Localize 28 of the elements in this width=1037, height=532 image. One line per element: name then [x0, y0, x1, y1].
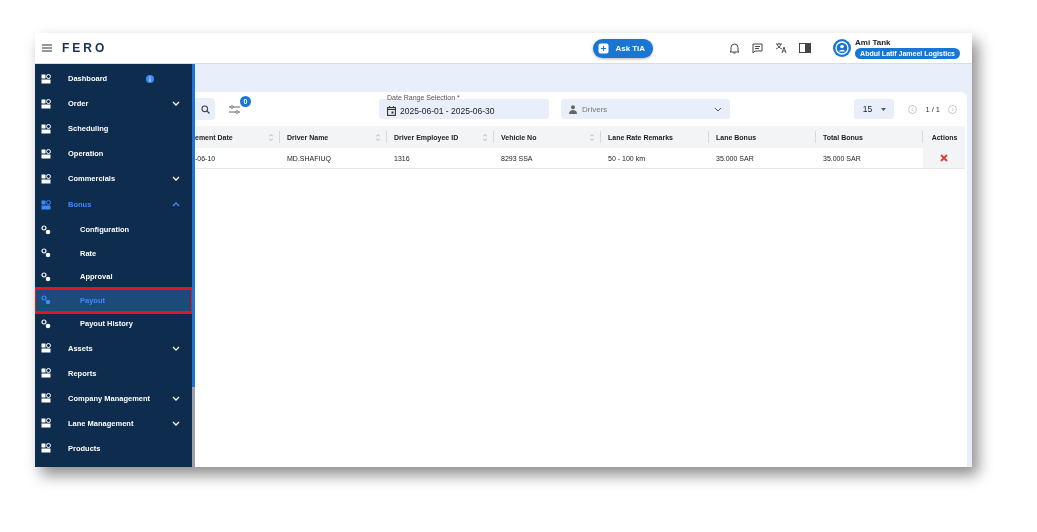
- person-icon: [569, 104, 577, 114]
- sliders-icon: [229, 104, 240, 114]
- chevron-up-icon: [172, 202, 180, 207]
- chevron-down-icon: [172, 345, 180, 351]
- delete-icon[interactable]: [940, 153, 948, 162]
- bell-icon[interactable]: [729, 42, 741, 54]
- chevron-down-icon: [714, 106, 722, 112]
- ask-button[interactable]: Ask TiA: [593, 38, 654, 58]
- avatar-icon[interactable]: [833, 39, 852, 57]
- page-size-select[interactable]: 15: [854, 99, 895, 119]
- chevron-down-icon: [172, 395, 180, 401]
- search-icon: [200, 104, 210, 114]
- filter-button[interactable]: [227, 102, 242, 116]
- book-icon[interactable]: [799, 43, 812, 53]
- grid-icon: [41, 73, 51, 84]
- chevron-down-icon: [172, 176, 180, 181]
- message-icon[interactable]: [752, 42, 764, 54]
- translate-icon[interactable]: [775, 42, 788, 54]
- scrollbar[interactable]: [192, 64, 195, 467]
- chevron-down-icon: [172, 101, 180, 106]
- search-field[interactable]: [195, 98, 215, 120]
- driver-select[interactable]: Drivers: [561, 99, 730, 119]
- logo[interactable]: FERO: [62, 41, 108, 55]
- user-name: Ami Tank: [855, 37, 891, 47]
- menu-icon[interactable]: [42, 44, 52, 52]
- chevron-down-icon: [172, 420, 180, 426]
- info-icon: [146, 74, 154, 83]
- caret-icon: [881, 107, 887, 111]
